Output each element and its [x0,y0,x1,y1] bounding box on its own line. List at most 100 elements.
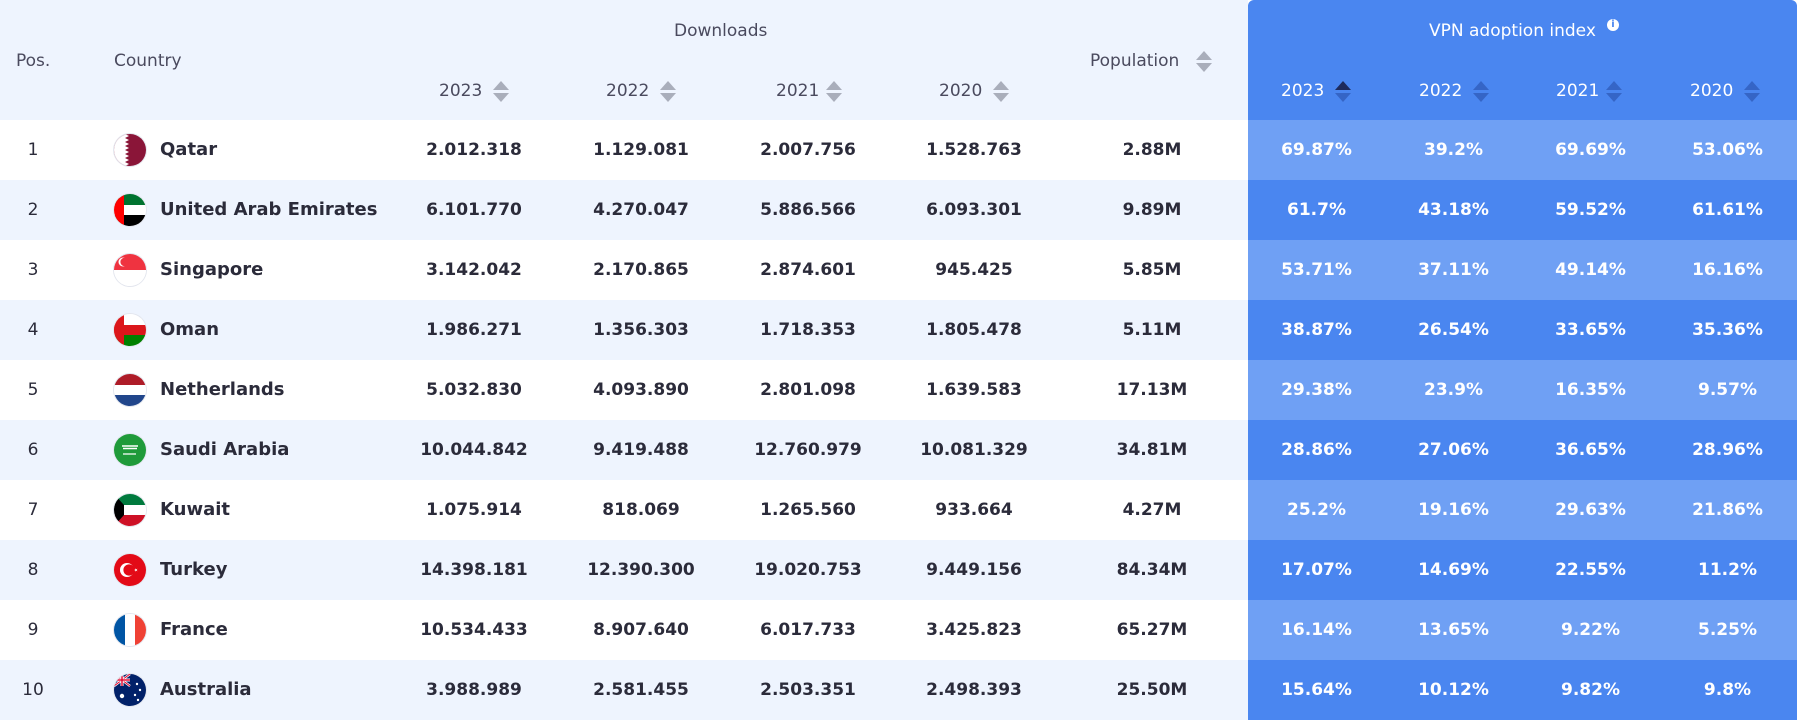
vpn-2020-header[interactable]: 2020 [1690,81,1733,101]
population-cell: 65.27M [1116,620,1188,640]
downloads-2020-cell: 1.805.478 [926,320,1022,340]
vpn-2021-header[interactable]: 2021 [1556,81,1599,101]
vpn-2023-cell: 53.71% [1281,260,1352,280]
downloads-2021-header[interactable]: 2021 [776,81,819,101]
downloads-2023-cell: 10.044.842 [420,440,528,460]
downloads-2022-cell: 9.419.488 [593,440,689,460]
vpn-2022-header[interactable]: 2022 [1419,81,1462,101]
country-name[interactable]: Oman [160,300,219,360]
position-cell: 8 [27,560,39,580]
population-header[interactable]: Population [1090,51,1179,71]
position-cell: 9 [27,620,39,640]
table-row: 6 Saudi Arabia 10.044.842 9.419.488 12.7… [0,420,1797,480]
population-cell: 2.88M [1122,140,1182,160]
qatar-flag-icon [114,134,146,166]
downloads-2021-cell: 2.503.351 [760,680,856,700]
downloads-2022-cell: 1.129.081 [593,140,689,160]
population-cell: 34.81M [1116,440,1188,460]
vpn-2022-cell: 43.18% [1418,200,1489,220]
position-cell: 7 [27,500,39,520]
downloads-2020-cell: 945.425 [935,260,1013,280]
vpn-2023-cell: 16.14% [1281,620,1352,640]
position-cell: 5 [27,380,39,400]
position-cell: 6 [27,440,39,460]
downloads-2023-cell: 5.032.830 [426,380,522,400]
vpn-2023-cell: 25.2% [1287,500,1346,520]
country-name[interactable]: Qatar [160,120,217,180]
vpn-2020-cell: 16.16% [1692,260,1763,280]
vpn-2022-cell: 27.06% [1418,440,1489,460]
sort-vpn-2023-icon[interactable] [1335,81,1351,103]
sort-population-icon[interactable] [1196,51,1212,73]
population-cell: 25.50M [1116,680,1188,700]
pos-header: Pos. [16,51,51,71]
vpn-2021-cell: 69.69% [1555,140,1626,160]
sort-downloads-2022-icon[interactable] [660,81,676,103]
downloads-2020-header[interactable]: 2020 [939,81,982,101]
vpn-ranking-table: Pos. Country Downloads 2023 2022 2021 20… [0,0,1797,720]
population-cell: 4.27M [1122,500,1182,520]
saudi-arabia-flag-icon [114,434,146,466]
header-background [0,0,1248,120]
downloads-2022-cell: 8.907.640 [593,620,689,640]
table-row: 8 Turkey 14.398.181 12.390.300 19.020.75… [0,540,1797,600]
downloads-2022-cell: 12.390.300 [587,560,695,580]
downloads-2023-cell: 14.398.181 [420,560,528,580]
country-name[interactable]: Turkey [160,540,227,600]
france-flag-icon [114,614,146,646]
vpn-2022-cell: 14.69% [1418,560,1489,580]
kuwait-flag-icon [114,494,146,526]
vpn-2020-cell: 28.96% [1692,440,1763,460]
downloads-2021-cell: 2.874.601 [760,260,856,280]
vpn-2020-cell: 35.36% [1692,320,1763,340]
sort-downloads-2021-icon[interactable] [826,81,842,103]
vpn-2020-cell: 5.25% [1698,620,1757,640]
sort-downloads-2020-icon[interactable] [993,81,1009,103]
vpn-2023-cell: 28.86% [1281,440,1352,460]
table-row: 2 United Arab Emirates 6.101.770 4.270.0… [0,180,1797,240]
downloads-2020-cell: 3.425.823 [926,620,1022,640]
country-name[interactable]: Netherlands [160,360,285,420]
downloads-2023-header[interactable]: 2023 [439,81,482,101]
vpn-2023-header[interactable]: 2023 [1281,81,1324,101]
downloads-2023-cell: 1.986.271 [426,320,522,340]
netherlands-flag-icon [114,374,146,406]
downloads-2022-cell: 2.170.865 [593,260,689,280]
sort-downloads-2023-icon[interactable] [493,81,509,103]
vpn-2022-cell: 13.65% [1418,620,1489,640]
downloads-2023-cell: 6.101.770 [426,200,522,220]
position-cell: 4 [27,320,39,340]
population-cell: 84.34M [1116,560,1188,580]
downloads-2021-cell: 1.265.560 [760,500,856,520]
sort-vpn-2022-icon[interactable] [1473,81,1489,103]
country-name[interactable]: Saudi Arabia [160,420,289,480]
info-icon[interactable]: i [1607,19,1619,31]
downloads-2022-header[interactable]: 2022 [606,81,649,101]
country-name[interactable]: United Arab Emirates [160,180,377,240]
vpn-2020-cell: 61.61% [1692,200,1763,220]
country-name[interactable]: Singapore [160,240,263,300]
population-cell: 5.85M [1122,260,1182,280]
uae-flag-icon [114,194,146,226]
downloads-2020-cell: 10.081.329 [920,440,1028,460]
vpn-2022-cell: 39.2% [1424,140,1483,160]
country-name[interactable]: Kuwait [160,480,230,540]
downloads-2023-cell: 2.012.318 [426,140,522,160]
downloads-2022-cell: 4.270.047 [593,200,689,220]
downloads-2023-cell: 3.142.042 [426,260,522,280]
sort-vpn-2020-icon[interactable] [1744,81,1760,103]
country-name[interactable]: France [160,600,228,660]
vpn-2021-cell: 36.65% [1555,440,1626,460]
population-cell: 9.89M [1122,200,1182,220]
downloads-2021-cell: 1.718.353 [760,320,856,340]
vpn-2021-cell: 9.82% [1561,680,1620,700]
country-name[interactable]: Australia [160,660,252,720]
downloads-2021-cell: 5.886.566 [760,200,856,220]
vpn-2021-cell: 33.65% [1555,320,1626,340]
downloads-2020-cell: 1.639.583 [926,380,1022,400]
australia-flag-icon [114,674,146,706]
vpn-2022-cell: 23.9% [1424,380,1483,400]
vpn-2023-cell: 69.87% [1281,140,1352,160]
downloads-2021-cell: 2.007.756 [760,140,856,160]
sort-vpn-2021-icon[interactable] [1606,81,1622,103]
